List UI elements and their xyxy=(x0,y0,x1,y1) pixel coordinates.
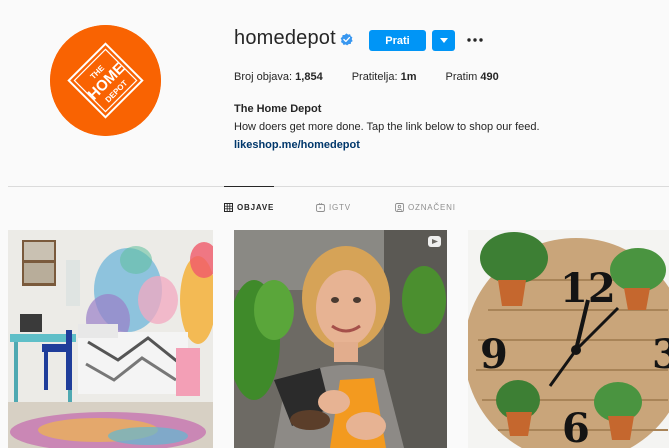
following-value: 490 xyxy=(480,71,499,83)
svg-text:9: 9 xyxy=(480,331,508,378)
profile-stats: Broj objava: 1,854 Pratitelja: 1m Pratim… xyxy=(234,71,528,83)
more-dots-icon xyxy=(467,38,483,42)
follow-button[interactable]: Prati xyxy=(369,30,426,51)
posts-count: Broj objava: 1,854 xyxy=(234,71,323,83)
tagged-icon xyxy=(395,203,404,212)
chevron-down-icon xyxy=(439,37,448,43)
posts-label: Broj objava: xyxy=(234,71,293,83)
svg-text:6: 6 xyxy=(562,405,590,448)
profile-avatar[interactable]: THE HOME DEPOT xyxy=(50,25,161,136)
verified-badge-icon xyxy=(340,33,353,46)
tab-posts[interactable]: OBJAVE xyxy=(224,203,274,212)
igtv-icon xyxy=(316,203,325,212)
followers-label: Pratitelja: xyxy=(351,71,398,83)
following-label: Pratim xyxy=(445,71,478,83)
tab-posts-label: OBJAVE xyxy=(237,203,275,212)
tab-tagged-label: OZNAČENI xyxy=(408,203,456,212)
svg-text:3: 3 xyxy=(652,331,669,378)
active-tab-indicator xyxy=(224,186,274,187)
more-options-button[interactable] xyxy=(466,31,484,49)
profile-full-name: The Home Depot xyxy=(234,103,322,115)
profile-username: homedepot xyxy=(234,27,336,49)
clock-photo: 12 3 9 6 xyxy=(468,230,669,448)
tabs-divider xyxy=(8,186,669,187)
followers-count[interactable]: Pratitelja: 1m xyxy=(352,71,417,83)
post-thumbnail-bedroom[interactable] xyxy=(8,230,213,448)
suggestions-dropdown-button[interactable] xyxy=(432,30,455,51)
profile-link[interactable]: likeshop.me/homedepot xyxy=(234,139,360,151)
home-depot-logo: THE HOME DEPOT xyxy=(50,25,161,136)
post-thumbnail-clock[interactable]: 12 3 9 6 xyxy=(468,230,669,448)
bedroom-photo xyxy=(8,230,213,448)
tab-tagged[interactable]: OZNAČENI xyxy=(395,203,456,212)
grid-icon xyxy=(224,203,233,212)
post-thumbnail-video[interactable] xyxy=(234,230,447,448)
followers-value: 1m xyxy=(400,71,417,83)
video-photo xyxy=(234,230,447,448)
following-count[interactable]: Pratim 490 xyxy=(446,71,499,83)
profile-bio: How doers get more done. Tap the link be… xyxy=(234,121,540,133)
tab-igtv[interactable]: IGTV xyxy=(316,203,351,212)
tab-igtv-label: IGTV xyxy=(329,203,351,212)
posts-value: 1,854 xyxy=(295,71,323,83)
